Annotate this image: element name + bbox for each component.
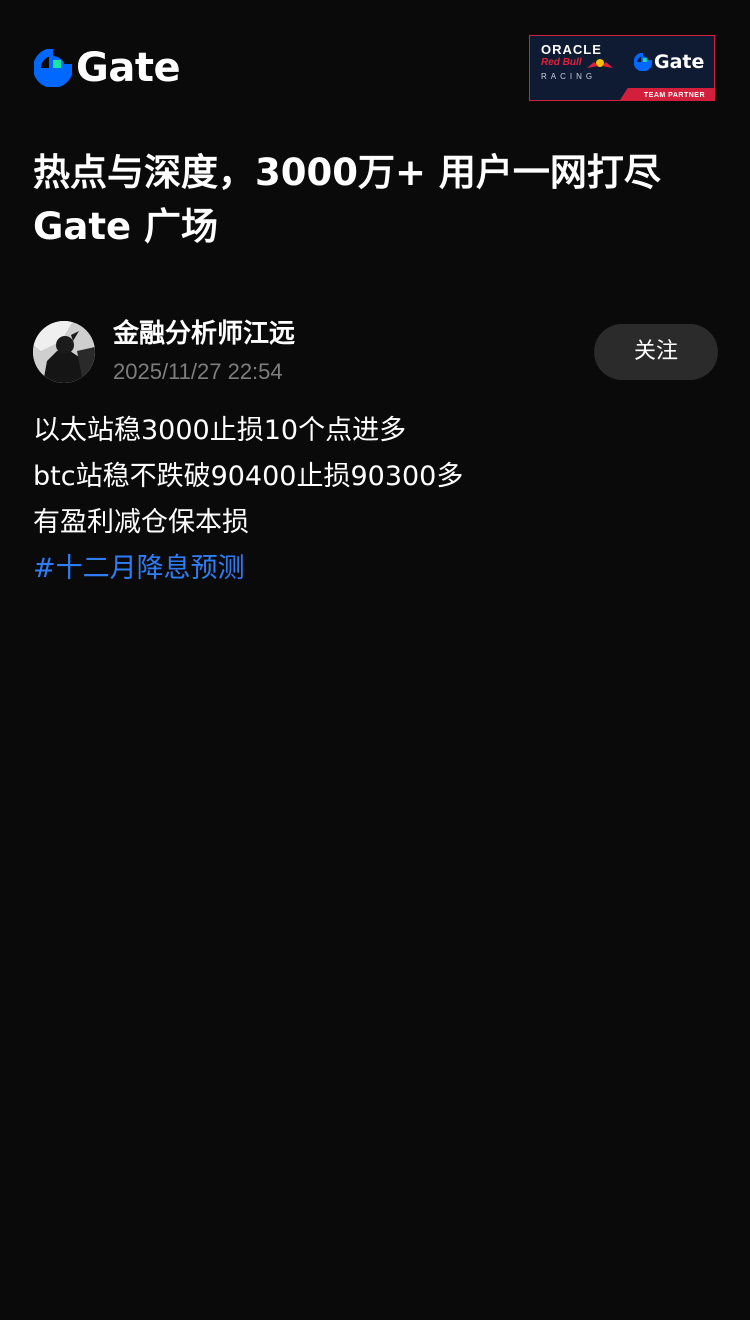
gate-logo[interactable]: Gate (34, 45, 181, 91)
gate-logo-icon (34, 49, 72, 87)
team-partner-badge: ORACLE Red Bull RACING Gate TEAM PARTNER (529, 35, 715, 101)
page-headline: 热点与深度，3000万+ 用户一网打尽 Gate 广场 (33, 146, 723, 254)
post-content: 以太站稳3000止损10个点进多 btc站稳不跌破90400止损90300多 有… (33, 408, 723, 592)
headline-line-1: 热点与深度，3000万+ 用户一网打尽 (33, 151, 661, 194)
partner-redbull-text: Red Bull (541, 57, 582, 68)
headline-line-2: Gate 广场 (33, 205, 218, 248)
redbull-bulls-icon (587, 59, 613, 68)
post-timestamp: 2025/11/27 22:54 (113, 359, 283, 384)
partner-gate-logo: Gate (634, 51, 704, 73)
partner-oracle-text: ORACLE (541, 42, 602, 57)
post-line-3: 有盈利减仓保本损 (33, 507, 249, 538)
avatar-image (33, 321, 95, 383)
author-name[interactable]: 金融分析师江远 (113, 316, 295, 352)
post-line-2: btc站稳不跌破90400止损90300多 (33, 461, 464, 492)
follow-button[interactable]: 关注 (594, 324, 718, 380)
partner-gate-text: Gate (654, 51, 705, 73)
team-partner-text: TEAM PARTNER (643, 92, 705, 99)
brand-wordmark: Gate (76, 45, 181, 91)
hashtag-link[interactable]: #十二月降息预测 (33, 546, 723, 592)
gate-mini-icon (634, 53, 652, 71)
author-avatar[interactable] (33, 321, 95, 383)
partner-racing-text: RACING (541, 72, 597, 81)
post-line-1: 以太站稳3000止损10个点进多 (33, 415, 407, 446)
app-header: Gate ORACLE Red Bull RACING Gate TEAM PA… (0, 0, 750, 110)
